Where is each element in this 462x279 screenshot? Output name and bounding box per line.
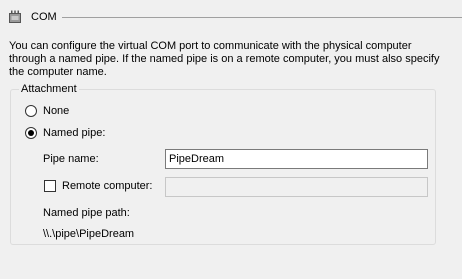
named-pipe-path-value: \\.\pipe\PipeDream (43, 228, 135, 240)
remote-computer-input[interactable] (165, 177, 428, 197)
named-pipe-path-label: Named pipe path: (43, 207, 130, 219)
none-radio-button[interactable] (25, 105, 37, 117)
section-title: COM (31, 11, 57, 23)
remote-computer-option[interactable]: Remote computer: (44, 179, 152, 193)
pipe-name-label: Pipe name: (43, 153, 99, 165)
serial-port-icon (9, 10, 21, 24)
remote-computer-label: Remote computer: (62, 180, 153, 192)
attachment-group: Attachment None Named pipe: Pipe name: R… (10, 82, 436, 245)
named-pipe-radio-option[interactable]: Named pipe: (25, 126, 105, 140)
attachment-legend: Attachment (19, 82, 79, 96)
none-radio-label: None (43, 105, 70, 117)
remote-computer-checkbox[interactable] (44, 180, 56, 192)
none-radio-option[interactable]: None (25, 104, 69, 118)
description-text: You can configure the virtual COM port t… (9, 40, 440, 78)
pipe-name-input[interactable] (165, 149, 428, 169)
named-pipe-radio-button[interactable] (25, 127, 37, 139)
named-pipe-radio-label: Named pipe: (43, 127, 106, 139)
section-header: COM (0, 0, 462, 30)
header-divider (62, 17, 462, 18)
